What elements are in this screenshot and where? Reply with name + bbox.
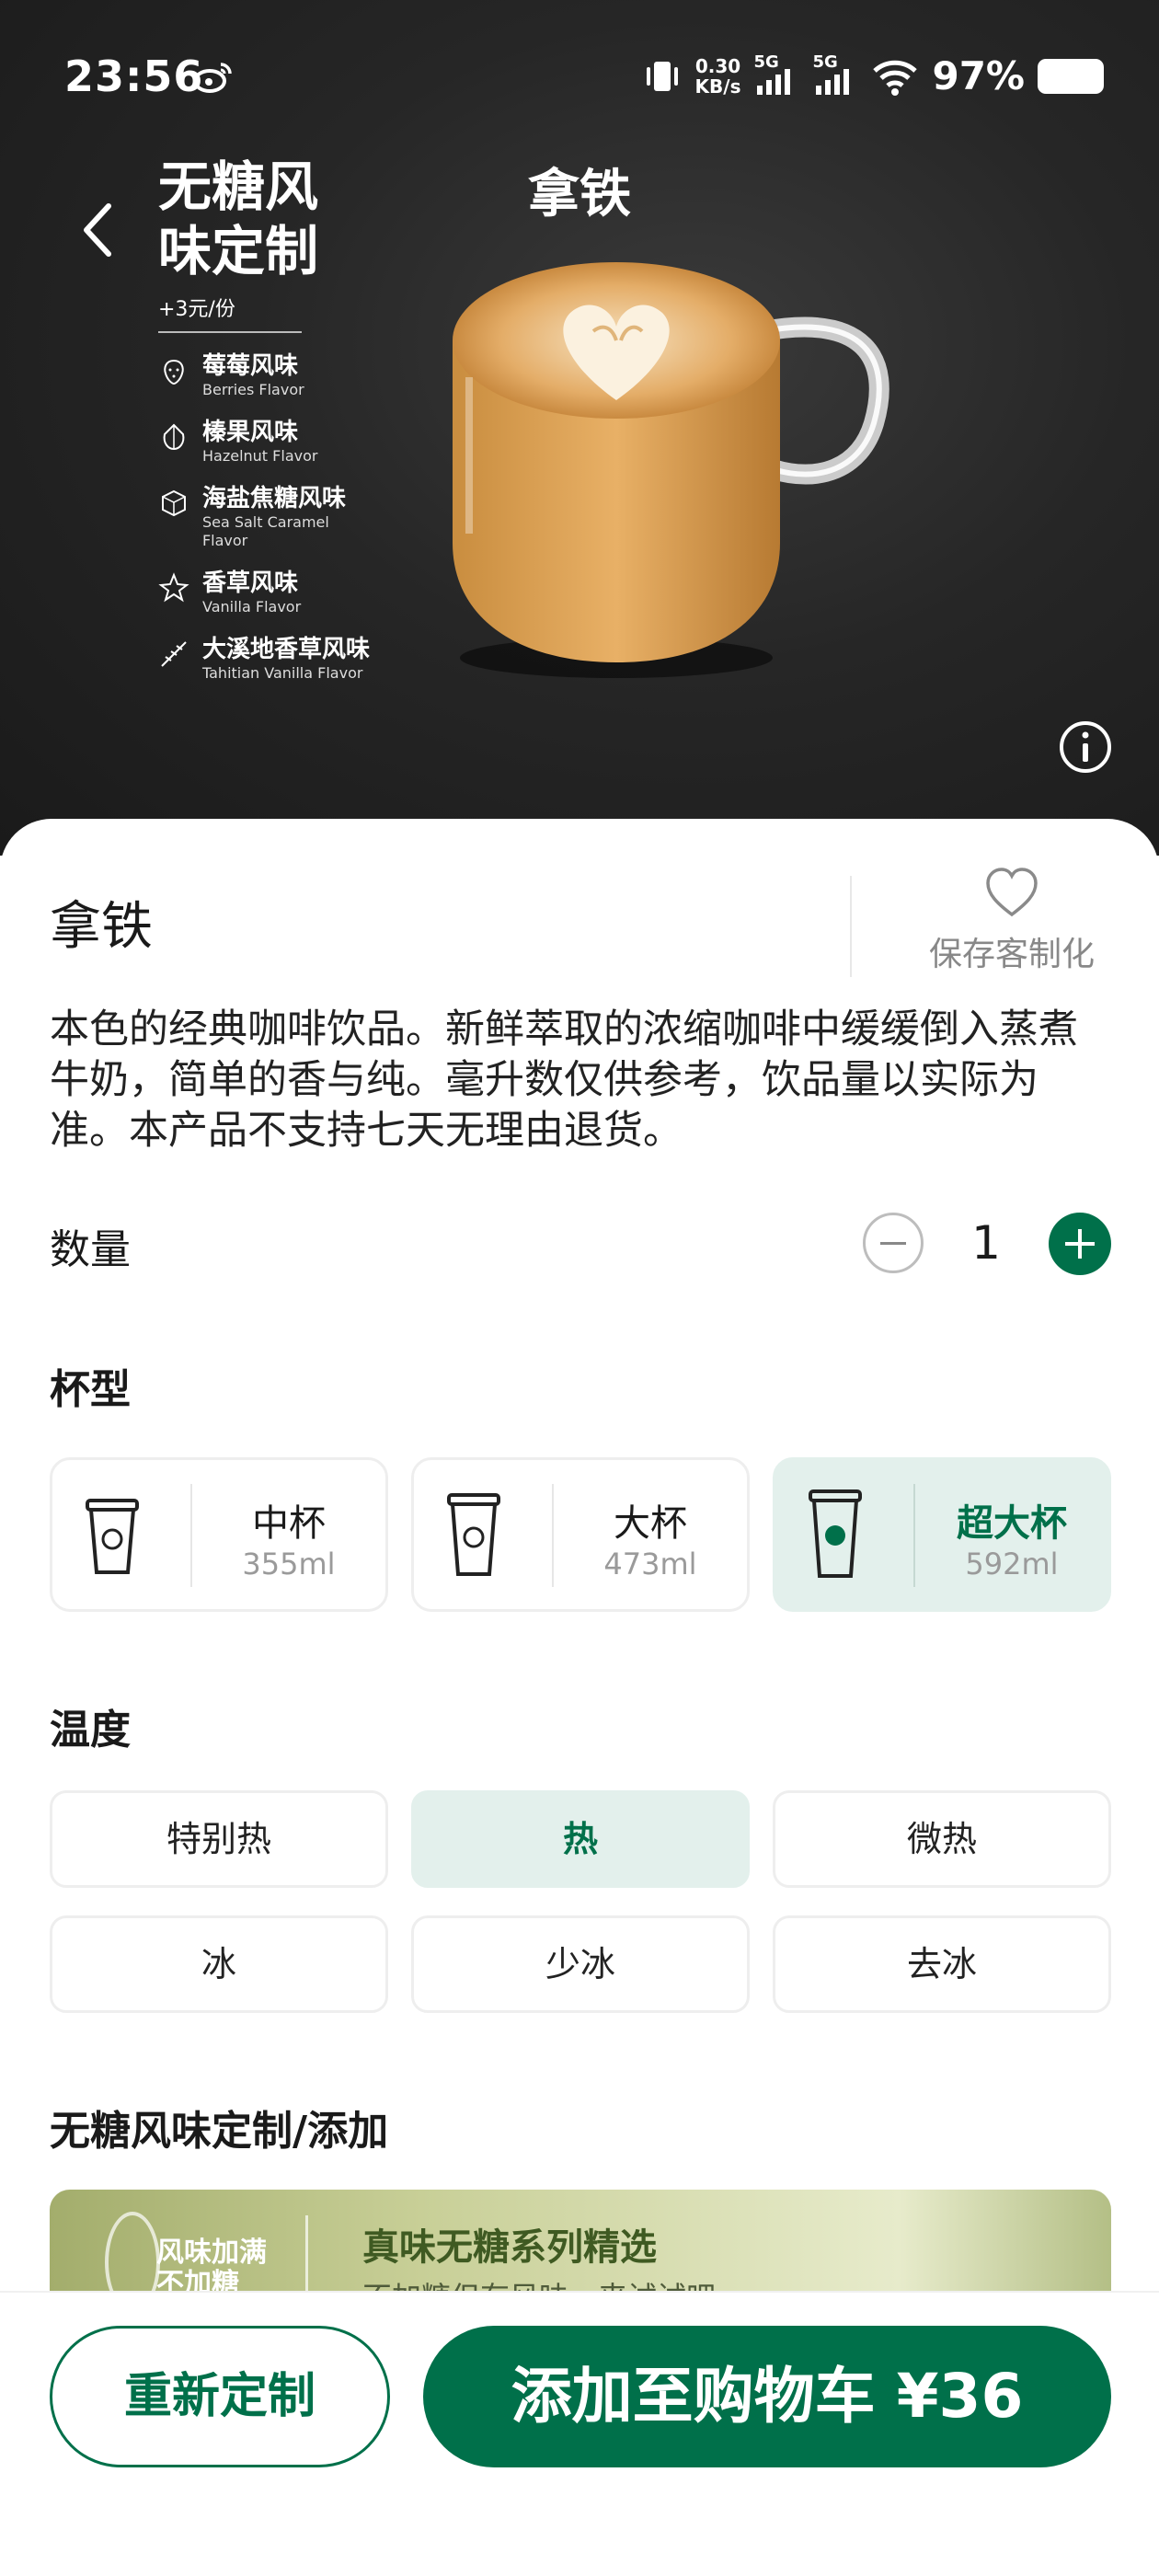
flavor-name-cn: 榛果风味 [202, 419, 299, 446]
vanilla-flower-icon [158, 572, 189, 603]
size-volume: 473ml [603, 1547, 697, 1581]
cup-icon [86, 1499, 139, 1574]
add-to-cart-button[interactable]: 添加至购物车 ¥36 [423, 2326, 1111, 2467]
flavor-board-price: +3元/份 [158, 293, 302, 333]
flavor-name-en: Tahitian Vanilla Flavor [202, 664, 363, 682]
signal-bars-icon [757, 68, 791, 95]
temp-option-iced[interactable]: 冰 [50, 1915, 388, 2013]
flavor-name-cn: 海盐焦糖风味 [201, 485, 346, 512]
bottom-action-bar: 重新定制 添加至购物车 ¥36 [0, 2291, 1159, 2576]
reset-customization-button[interactable]: 重新定制 [50, 2326, 390, 2467]
info-icon[interactable] [1056, 718, 1115, 776]
flavor-name-en: Vanilla Flavor [202, 598, 302, 615]
latte-cup-image [453, 262, 889, 678]
banner-title: 真味无糖系列精选 [362, 2226, 657, 2269]
quantity-decrease-button[interactable] [863, 1213, 924, 1273]
flavor-section-label: 无糖风味定制/添加 [50, 2108, 389, 2155]
wifi-icon [873, 60, 918, 96]
vanilla-pod-icon [161, 641, 187, 667]
status-icons: 0.30 KB/s 5G 5G 97% [642, 52, 1104, 98]
battery-icon [1038, 58, 1104, 94]
flavor-item: 海盐焦糖风味 Sea Salt Caramel Flavor [158, 484, 379, 550]
size-name: 大杯 [614, 1502, 687, 1545]
quantity-label: 数量 [50, 1226, 131, 1273]
temperature-label: 温度 [50, 1707, 131, 1754]
berry-icon [164, 359, 184, 385]
save-customization-button[interactable]: 保存客制化 [911, 865, 1113, 975]
temp-option-hot[interactable]: 热 [411, 1790, 750, 1888]
size-name: 中杯 [252, 1502, 326, 1545]
cup-icon [447, 1493, 500, 1576]
quantity-value: 1 [971, 1216, 1001, 1270]
caramel-icon [161, 489, 186, 517]
flavor-item: 莓莓风味 Berries Flavor [158, 351, 379, 399]
signal-2: 5G [812, 52, 858, 97]
vibrate-icon [646, 61, 678, 91]
product-description: 本色的经典咖啡饮品。新鲜萃取的浓缩咖啡中缓缓倒入蒸煮牛奶，简单的香与纯。毫升数仅… [50, 1006, 1078, 1154]
temp-option-no-ice[interactable]: 去冰 [773, 1915, 1111, 2013]
flavor-name-cn: 香草风味 [202, 569, 299, 597]
temp-option-extra-hot[interactable]: 特别热 [50, 1790, 388, 1888]
signal-1: 5G [753, 52, 799, 97]
save-customization-label: 保存客制化 [928, 936, 1095, 973]
flavor-name-en: Hazelnut Flavor [202, 447, 318, 465]
hazelnut-icon [163, 423, 185, 451]
product-hero: 23:56 0.30 KB/s 5G 5G 97% 拿铁 无糖风味定制 +3元/… [0, 0, 1159, 856]
signal-bars-icon [816, 68, 850, 95]
flavor-name-en: Sea Salt Caramel Flavor [201, 513, 329, 549]
size-option-tall[interactable]: 中杯 355ml [50, 1457, 388, 1612]
flavor-item: 榛果风味 Hazelnut Flavor [158, 418, 379, 466]
network-speed: 0.30 KB/s [695, 56, 741, 97]
size-volume: 355ml [242, 1547, 336, 1581]
flavor-board-title: 无糖风味定制 [158, 155, 319, 282]
size-volume: 592ml [965, 1547, 1059, 1581]
header-divider [850, 876, 852, 977]
size-option-venti[interactable]: 超大杯 592ml [773, 1457, 1111, 1612]
weibo-icon [193, 63, 232, 93]
flavor-name-en: Berries Flavor [202, 381, 304, 398]
temp-option-warm[interactable]: 微热 [773, 1790, 1111, 1888]
battery-percent: 97% [932, 53, 1025, 98]
flavor-menu-board: 无糖风味定制 +3元/份 莓莓风味 Berries Flavor 榛果风味 Ha… [158, 155, 379, 683]
flavor-item: 香草风味 Vanilla Flavor [158, 569, 379, 616]
cup-size-label: 杯型 [50, 1366, 131, 1413]
flavor-item: 大溪地香草风味 Tahitian Vanilla Flavor [158, 635, 379, 683]
speed-unit: KB/s [694, 75, 741, 98]
flavor-name-cn: 莓莓风味 [202, 352, 299, 380]
size-option-grande[interactable]: 大杯 473ml [411, 1457, 750, 1612]
heart-icon [986, 868, 1038, 917]
status-bar: 23:56 0.30 KB/s 5G 5G 97% [0, 0, 1159, 138]
flavor-name-cn: 大溪地香草风味 [202, 636, 371, 663]
quantity-increase-button[interactable] [1049, 1213, 1111, 1275]
temp-option-light-ice[interactable]: 少冰 [411, 1915, 750, 2013]
size-name: 超大杯 [957, 1502, 1067, 1545]
product-name: 拿铁 [50, 897, 153, 957]
status-time: 23:56 [64, 52, 204, 101]
cup-icon [809, 1489, 862, 1578]
speed-value: 0.30 [694, 54, 741, 77]
